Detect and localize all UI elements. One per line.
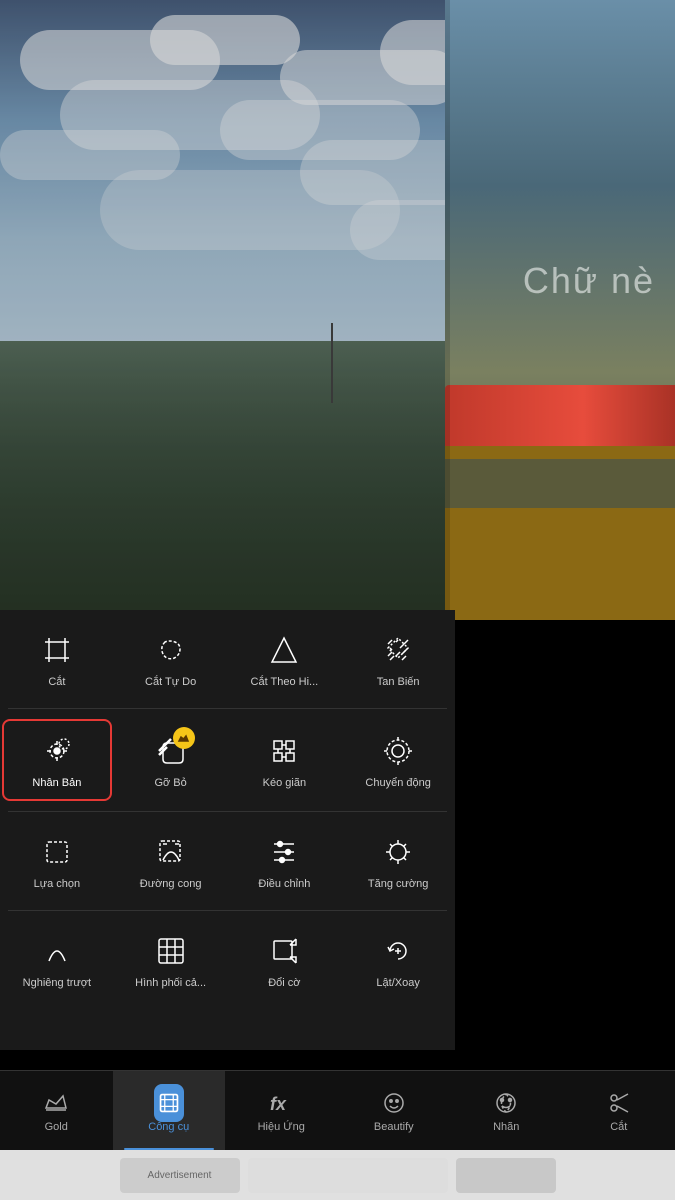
tool-nhan-ban[interactable]: Nhân Bản [2, 719, 112, 801]
tilt-icon [37, 931, 77, 971]
tool-cat-tu-do[interactable]: Cắt Tự Do [114, 618, 228, 700]
tool-tan-bien[interactable]: Tan Biến [341, 618, 455, 700]
crown-icon [42, 1089, 70, 1117]
duplicate-icon [37, 731, 77, 771]
rotate-icon [378, 931, 418, 971]
shape-crop-icon [264, 630, 304, 670]
ad-content: Advertisement [120, 1158, 556, 1193]
nav-cat[interactable]: Cắt [563, 1071, 675, 1150]
tool-lua-chon[interactable]: Lựa chọn [0, 820, 114, 902]
dissolve-icon [378, 630, 418, 670]
svg-text:fx: fx [270, 1094, 287, 1114]
sticker-icon [492, 1089, 520, 1117]
nav-hieu-ung[interactable]: fx Hiệu Ứng [225, 1071, 338, 1150]
tool-go-bo[interactable]: Gỡ Bỏ [114, 717, 228, 803]
tool-lat-xoay-label: Lật/Xoay [376, 977, 419, 989]
curve-icon [151, 832, 191, 872]
tools-row-2: Nhân Bản Gỡ Bỏ [0, 709, 455, 811]
motion-icon [378, 731, 418, 771]
nav-nhan[interactable]: Nhãn [450, 1071, 563, 1150]
tool-tan-bien-label: Tan Biến [377, 676, 420, 688]
stretch-icon [264, 731, 304, 771]
tool-nhan-ban-label: Nhân Bản [32, 777, 81, 789]
enhance-icon [378, 832, 418, 872]
resize-icon [264, 931, 304, 971]
scissors-icon [605, 1089, 633, 1117]
tool-chuyen-dong[interactable]: Chuyển động [341, 717, 455, 803]
tool-cat-theo-hinh-label: Cắt Theo Hi... [251, 676, 319, 688]
tool-duong-cong[interactable]: Đường cong [114, 820, 228, 902]
tools-row-3: Lựa chọn Đường cong [0, 812, 455, 910]
tool-nghieng-truot[interactable]: Nghiêng trượt [0, 919, 114, 1001]
tool-dieu-chinh-label: Điều chỉnh [258, 878, 310, 890]
nav-gold-label: Gold [45, 1121, 68, 1133]
tools-panel: Cắt Cắt Tự Do Cắt Theo Hi... [0, 610, 455, 1050]
tool-keo-gian-label: Kéo giãn [263, 777, 306, 789]
fx-icon: fx [267, 1089, 295, 1117]
tool-go-bo-label: Gỡ Bỏ [154, 777, 186, 789]
select-icon [37, 832, 77, 872]
bottom-nav: Gold Công cụ fx Hiệu Ứng [0, 1070, 675, 1150]
crop-frame-icon [155, 1089, 183, 1117]
nav-hieu-ung-label: Hiệu Ứng [258, 1121, 305, 1133]
nav-gold[interactable]: Gold [0, 1071, 113, 1150]
overlay-text: Chữ nè [523, 260, 655, 302]
nav-cong-cu[interactable]: Công cụ [113, 1071, 226, 1150]
tool-lat-xoay[interactable]: Lật/Xoay [341, 919, 455, 1001]
crop-icon [37, 630, 77, 670]
adjust-icon [264, 832, 304, 872]
tool-duong-cong-label: Đường cong [140, 878, 202, 890]
tool-doi-co[interactable]: Đổi cờ [228, 919, 342, 1001]
tool-cat-tu-do-label: Cắt Tự Do [145, 676, 196, 688]
tool-cat-theo-hinh[interactable]: Cắt Theo Hi... [228, 618, 342, 700]
tool-hinh-phoi-label: Hình phối cả... [135, 977, 206, 989]
tool-dieu-chinh[interactable]: Điều chỉnh [228, 820, 342, 902]
freehand-crop-icon [151, 630, 191, 670]
tool-nghieng-truot-label: Nghiêng trượt [23, 977, 91, 989]
tools-row-1: Cắt Cắt Tự Do Cắt Theo Hi... [0, 610, 455, 708]
tool-chuyen-dong-label: Chuyển động [365, 777, 430, 789]
tool-doi-co-label: Đổi cờ [268, 977, 300, 989]
tool-cat[interactable]: Cắt [0, 618, 114, 700]
tool-tang-cuong[interactable]: Tăng cường [341, 820, 455, 902]
tool-tang-cuong-label: Tăng cường [368, 878, 428, 890]
premium-badge [173, 727, 195, 749]
nav-cat-label: Cắt [610, 1121, 627, 1133]
face-icon [380, 1089, 408, 1117]
tools-row-4: Nghiêng trượt Hình phối cả... [0, 911, 455, 1009]
nav-nhan-label: Nhãn [493, 1121, 519, 1133]
tool-keo-gian[interactable]: Kéo giãn [228, 717, 342, 803]
photo-canvas: Chữ nè [0, 0, 675, 620]
remove-bg-icon [151, 731, 191, 771]
nav-beautify[interactable]: Beautify [338, 1071, 451, 1150]
nav-beautify-label: Beautify [374, 1121, 414, 1133]
blend-icon [151, 931, 191, 971]
ad-strip: Advertisement [0, 1150, 675, 1200]
tool-cat-label: Cắt [48, 676, 65, 688]
tool-lua-chon-label: Lựa chọn [34, 878, 81, 890]
nav-cong-cu-label: Công cụ [148, 1121, 189, 1133]
tool-hinh-phoi[interactable]: Hình phối cả... [114, 919, 228, 1001]
